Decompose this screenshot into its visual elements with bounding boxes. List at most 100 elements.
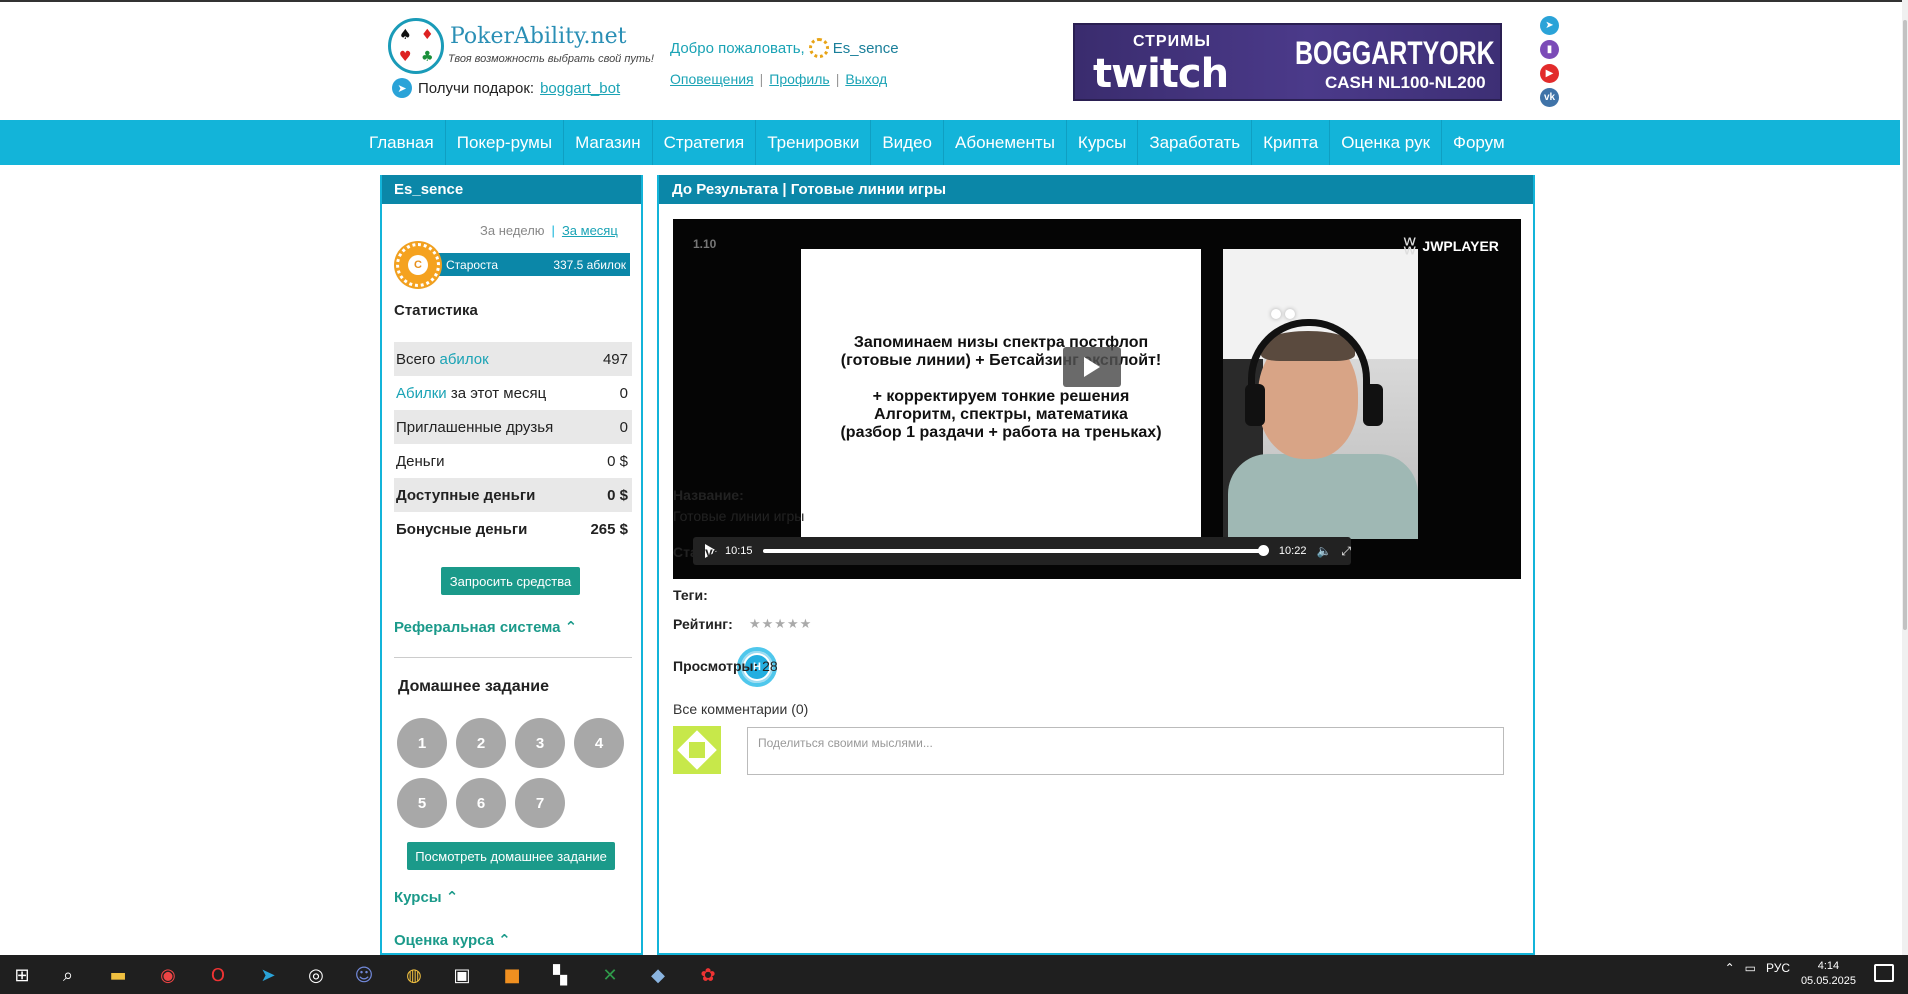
discord-icon[interactable]: ☺ xyxy=(350,961,378,989)
fullscreen-icon[interactable]: ⤢ xyxy=(1341,544,1351,559)
banner-limits: CASH NL100-NL200 xyxy=(1325,73,1486,92)
youtube-icon[interactable]: ▶ xyxy=(1540,64,1559,83)
scrollbar-thumb[interactable] xyxy=(1903,20,1907,630)
course-rating-toggle[interactable]: Оценка курса ⌃ xyxy=(394,931,511,949)
notifications-link[interactable]: Оповещения xyxy=(670,71,754,87)
homework-item[interactable]: 2 xyxy=(456,718,506,768)
stat-row: Приглашенные друзья 0 xyxy=(394,410,632,444)
nav-hand-review[interactable]: Оценка рук xyxy=(1329,120,1441,165)
homework-item[interactable]: 1 xyxy=(397,718,447,768)
stat-label: Абилки за этот месяц xyxy=(396,384,547,402)
homework-item[interactable]: 6 xyxy=(456,778,506,828)
welcome-line: Добро пожаловать, Es_sence xyxy=(670,38,899,58)
site-logo[interactable]: ♠ ♦ ♥ ♣ PokerAbility.net Твоя возможност… xyxy=(388,18,654,74)
notepad-icon[interactable]: ◆ xyxy=(644,961,672,989)
duration: 10:22 xyxy=(1278,545,1307,557)
nav-forum[interactable]: Форум xyxy=(1441,120,1516,165)
start-icon[interactable]: ⊞ xyxy=(8,961,36,989)
stat-label: Бонусные деньги xyxy=(396,520,528,538)
volume-icon[interactable]: 🔈 xyxy=(1316,544,1331,558)
nav-home[interactable]: Главная xyxy=(358,120,445,165)
poker-app-icon[interactable]: ◍ xyxy=(400,961,428,989)
link-separator: | xyxy=(759,71,764,87)
file-explorer-icon[interactable]: ▬ xyxy=(104,961,132,989)
stat-row: Доступные деньги 0 $ xyxy=(394,478,632,512)
search-icon[interactable]: ⌕ xyxy=(54,961,82,989)
nav-shop[interactable]: Магазин xyxy=(563,120,652,165)
chevron-up-icon: ⌃ xyxy=(498,932,511,949)
nav-strategy[interactable]: Стратегия xyxy=(651,120,756,165)
vk-icon[interactable]: vk xyxy=(1540,88,1559,107)
stat-value: 0 xyxy=(619,418,628,436)
chrome-icon[interactable]: ◉ xyxy=(154,961,182,989)
nav-subscriptions[interactable]: Абонементы xyxy=(943,120,1066,165)
slide-line: (готовые линии) + Бетсайзинг эксплойт! xyxy=(840,352,1162,369)
stat-label: Всего абилок xyxy=(396,350,489,368)
homework-item[interactable]: 5 xyxy=(397,778,447,828)
homework-item[interactable]: 7 xyxy=(515,778,565,828)
progress-track[interactable] xyxy=(762,545,1269,556)
avatar xyxy=(673,726,721,774)
gift-bot-link[interactable]: boggart_bot xyxy=(540,80,620,97)
page-scrollbar[interactable] xyxy=(1902,0,1908,955)
notification-icon[interactable] xyxy=(1874,964,1894,982)
header-username[interactable]: Es_sence xyxy=(833,40,899,57)
period-separator: | xyxy=(551,223,555,238)
link-separator: | xyxy=(835,71,840,87)
chevron-up-icon[interactable]: ⌃ xyxy=(1725,961,1735,975)
excel-icon[interactable]: ✕ xyxy=(596,961,624,989)
user-links: Оповещения | Профиль | Выход xyxy=(670,71,887,87)
video-player[interactable]: 1.10 Запоминаем низы спектра постфлоп (г… xyxy=(673,219,1521,579)
slide-line: Алгоритм, спектры, математика xyxy=(874,406,1128,423)
period-week[interactable]: За неделю xyxy=(480,223,545,238)
nav-poker-rooms[interactable]: Покер-румы xyxy=(444,120,563,165)
orange-app-icon[interactable]: ■ xyxy=(498,961,526,989)
stats-table: Всего абилок 497 Абилки за этот месяц 0 … xyxy=(394,342,632,546)
nav-crypto[interactable]: Крипта xyxy=(1251,120,1329,165)
comment-input[interactable]: Поделиться своими мыслями... xyxy=(747,727,1504,775)
stat-label: Деньги xyxy=(396,452,445,470)
telegram-icon[interactable]: ➤ xyxy=(1540,16,1559,35)
period-month[interactable]: За месяц xyxy=(562,223,618,238)
stat-label: Приглашенные друзья xyxy=(396,418,554,436)
status-label: Статус : xyxy=(673,544,729,560)
progress-handle[interactable] xyxy=(1257,545,1269,556)
logo-emblem-icon: ♠ ♦ ♥ ♣ xyxy=(388,18,444,74)
opera-icon[interactable]: O xyxy=(204,961,232,989)
gift-label: Получи подарок: xyxy=(418,79,535,97)
twitch-stream-banner[interactable]: СТРИМЫ twitch BOGGARTYORK CASH NL100-NL2… xyxy=(1073,23,1502,101)
red-app-icon[interactable]: ✿ xyxy=(694,961,722,989)
abilki-link[interactable]: абилок xyxy=(440,351,489,368)
network-icon[interactable]: ▭ xyxy=(1745,961,1756,975)
rating-stars[interactable]: ★★★★★ xyxy=(749,617,812,632)
referral-toggle[interactable]: Реферальная система ⌃ xyxy=(394,618,577,636)
big-play-button[interactable] xyxy=(1063,347,1121,387)
view-homework-button[interactable]: Посмотреть домашнее задание xyxy=(407,842,615,870)
stat-label: Доступные деньги xyxy=(396,486,536,504)
obs-icon[interactable]: ◎ xyxy=(302,961,330,989)
views-label: Просмотры: xyxy=(673,658,759,674)
logout-link[interactable]: Выход xyxy=(845,71,887,87)
nav-earn[interactable]: Заработать xyxy=(1137,120,1251,165)
nav-video[interactable]: Видео xyxy=(870,120,943,165)
play-icon xyxy=(1084,357,1100,377)
window-app-icon[interactable]: ▣ xyxy=(448,961,476,989)
lesson-title: До Результата | Готовые линии игры xyxy=(659,175,1533,204)
language-indicator[interactable]: РУС xyxy=(1766,961,1790,975)
homework-item[interactable]: 4 xyxy=(574,718,624,768)
clock[interactable]: 4:14 05.05.2025 xyxy=(1801,959,1856,989)
twitch-icon[interactable]: ▮ xyxy=(1540,40,1559,59)
profile-link[interactable]: Профиль xyxy=(769,71,829,87)
rank-name: Староста xyxy=(446,257,499,272)
slide-line: Запоминаем низы спектра постфлоп xyxy=(853,334,1149,351)
courses-toggle[interactable]: Курсы ⌃ xyxy=(394,888,458,906)
nav-training[interactable]: Тренировки xyxy=(755,120,870,165)
nav-courses[interactable]: Курсы xyxy=(1065,120,1137,165)
ide-app-icon[interactable]: ▚ xyxy=(546,961,574,989)
telegram-taskbar-icon[interactable]: ➤ xyxy=(254,961,282,989)
period-switch: За неделю | За месяц xyxy=(480,223,618,238)
request-funds-button[interactable]: Запросить средства xyxy=(441,567,580,595)
abilki-link[interactable]: Абилки xyxy=(396,385,447,402)
homework-item[interactable]: 3 xyxy=(515,718,565,768)
stat-value: 265 $ xyxy=(590,520,628,538)
